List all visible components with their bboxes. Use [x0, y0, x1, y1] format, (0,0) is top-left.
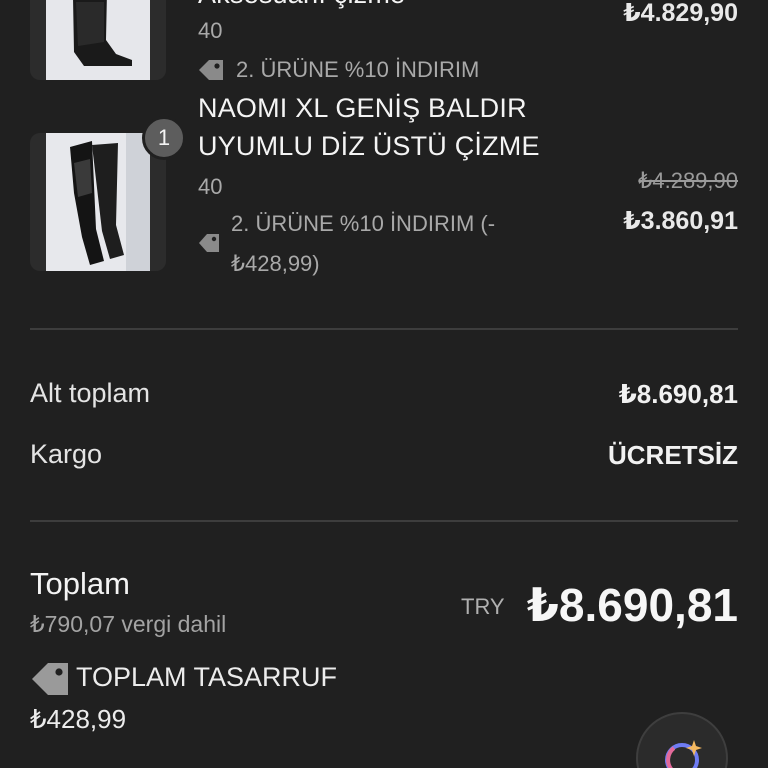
tag-icon — [197, 58, 225, 87]
total-label: Toplam — [30, 566, 130, 601]
assistant-button[interactable] — [636, 712, 728, 768]
line-item: 1 NAOMI XL GENİŞ BALDIR UYUMLU DİZ ÜSTÜ … — [0, 90, 768, 320]
total-value: ₺8.690,81 — [526, 579, 738, 631]
boot-image — [46, 0, 150, 80]
product-title-line1[interactable]: NAOMI XL GENİŞ BALDIR — [198, 90, 527, 127]
line-item-previous: Aksesuarlı çizme 40 2. ÜRÜNE %10 İNDIRIM… — [0, 0, 768, 90]
savings-label: TOPLAM TASARRUF — [76, 662, 338, 692]
tag-icon — [197, 232, 221, 259]
product-variant: 40 — [198, 174, 223, 199]
divider — [30, 328, 738, 330]
product-title-line2[interactable]: UYUMLU DİZ ÜSTÜ ÇİZME — [198, 128, 540, 165]
sparkle-assistant-icon — [660, 734, 708, 768]
tag-icon — [30, 660, 70, 703]
subtotal-value: ₺8.690,81 — [618, 379, 738, 409]
boot-image — [46, 133, 150, 271]
tax-note: ₺790,07 vergi dahil — [30, 611, 227, 637]
product-discount: 2. ÜRÜNE %10 İNDIRIM — [236, 57, 480, 82]
product-discount-line2: ₺428,99) — [231, 251, 320, 276]
savings-value: ₺428,99 — [30, 704, 127, 734]
subtotal-label: Alt toplam — [30, 378, 151, 408]
product-original-price: ₺4.289,90 — [638, 168, 738, 193]
shipping-label: Kargo — [30, 439, 103, 469]
shipping-value: ÜCRETSİZ — [608, 440, 738, 470]
product-thumbnail[interactable] — [30, 133, 166, 271]
divider — [30, 520, 738, 522]
quantity-badge: 1 — [142, 116, 186, 160]
product-discount-line1: 2. ÜRÜNE %10 İNDIRIM (- — [231, 211, 496, 236]
currency-code: TRY — [461, 594, 505, 619]
product-variant: 40 — [198, 18, 223, 43]
product-thumbnail[interactable] — [30, 0, 166, 80]
product-price: ₺4.829,90 — [623, 0, 738, 27]
product-title-partial[interactable]: Aksesuarlı çizme — [198, 0, 405, 13]
product-price: ₺3.860,91 — [623, 207, 738, 235]
order-summary-page: Aksesuarlı çizme 40 2. ÜRÜNE %10 İNDIRIM… — [0, 0, 768, 768]
